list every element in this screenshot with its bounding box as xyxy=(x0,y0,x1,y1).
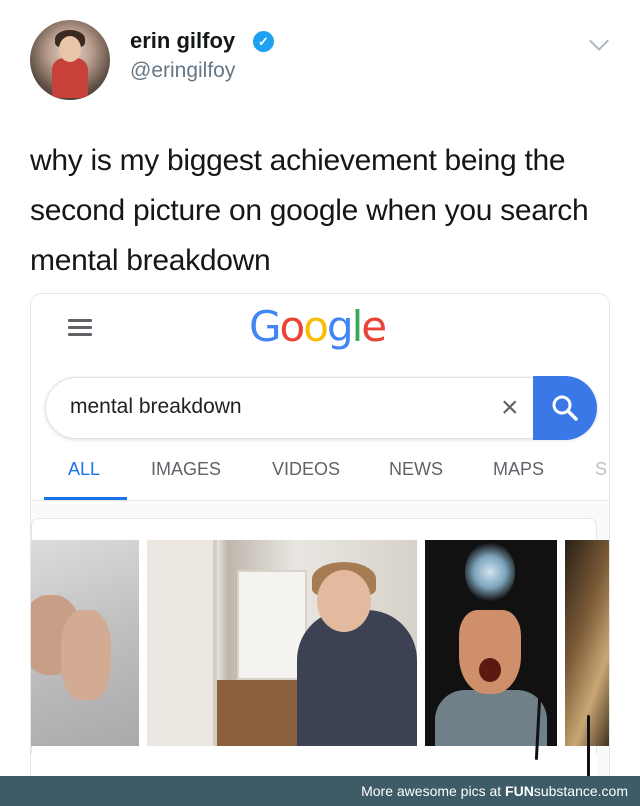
tab-videos[interactable]: VIDEOS xyxy=(272,459,340,480)
image-result-2[interactable] xyxy=(147,540,417,746)
google-header: Google mental breakdown × ALL IMAGES VID… xyxy=(31,294,609,504)
chevron-down-icon[interactable] xyxy=(589,31,609,51)
pen-mark xyxy=(587,715,590,777)
google-logo: Google xyxy=(249,302,387,351)
search-icon xyxy=(552,395,578,421)
tab-all[interactable]: ALL xyxy=(68,459,100,480)
search-tabs: ALL IMAGES VIDEOS NEWS MAPS S xyxy=(31,459,609,499)
image-result-1[interactable] xyxy=(31,540,139,746)
menu-icon[interactable] xyxy=(68,319,92,337)
user-handle[interactable]: @eringilfoy xyxy=(130,59,235,83)
tab-images[interactable]: IMAGES xyxy=(151,459,221,480)
tab-news[interactable]: NEWS xyxy=(389,459,443,480)
tweet-text: why is my biggest achievement being the … xyxy=(30,144,589,277)
search-input[interactable]: mental breakdown xyxy=(70,395,242,419)
search-box[interactable]: mental breakdown × xyxy=(45,377,597,439)
avatar[interactable] xyxy=(30,20,110,100)
display-name[interactable]: erin gilfoy xyxy=(130,28,235,54)
watermark-banner: More awesome pics at FUNsubstance.com xyxy=(0,776,640,806)
tab-maps[interactable]: MAPS xyxy=(493,459,544,480)
avatar-face xyxy=(59,36,81,62)
google-screenshot: Google mental breakdown × ALL IMAGES VID… xyxy=(30,293,610,806)
close-icon[interactable]: × xyxy=(501,390,519,426)
tab-more[interactable]: S xyxy=(595,459,607,480)
verified-badge-icon: ✓ xyxy=(253,31,274,52)
avatar-shirt xyxy=(52,58,88,98)
search-button[interactable] xyxy=(533,376,597,440)
watermark-text[interactable]: More awesome pics at FUNsubstance.com xyxy=(361,783,628,799)
tabs-divider xyxy=(31,500,609,501)
